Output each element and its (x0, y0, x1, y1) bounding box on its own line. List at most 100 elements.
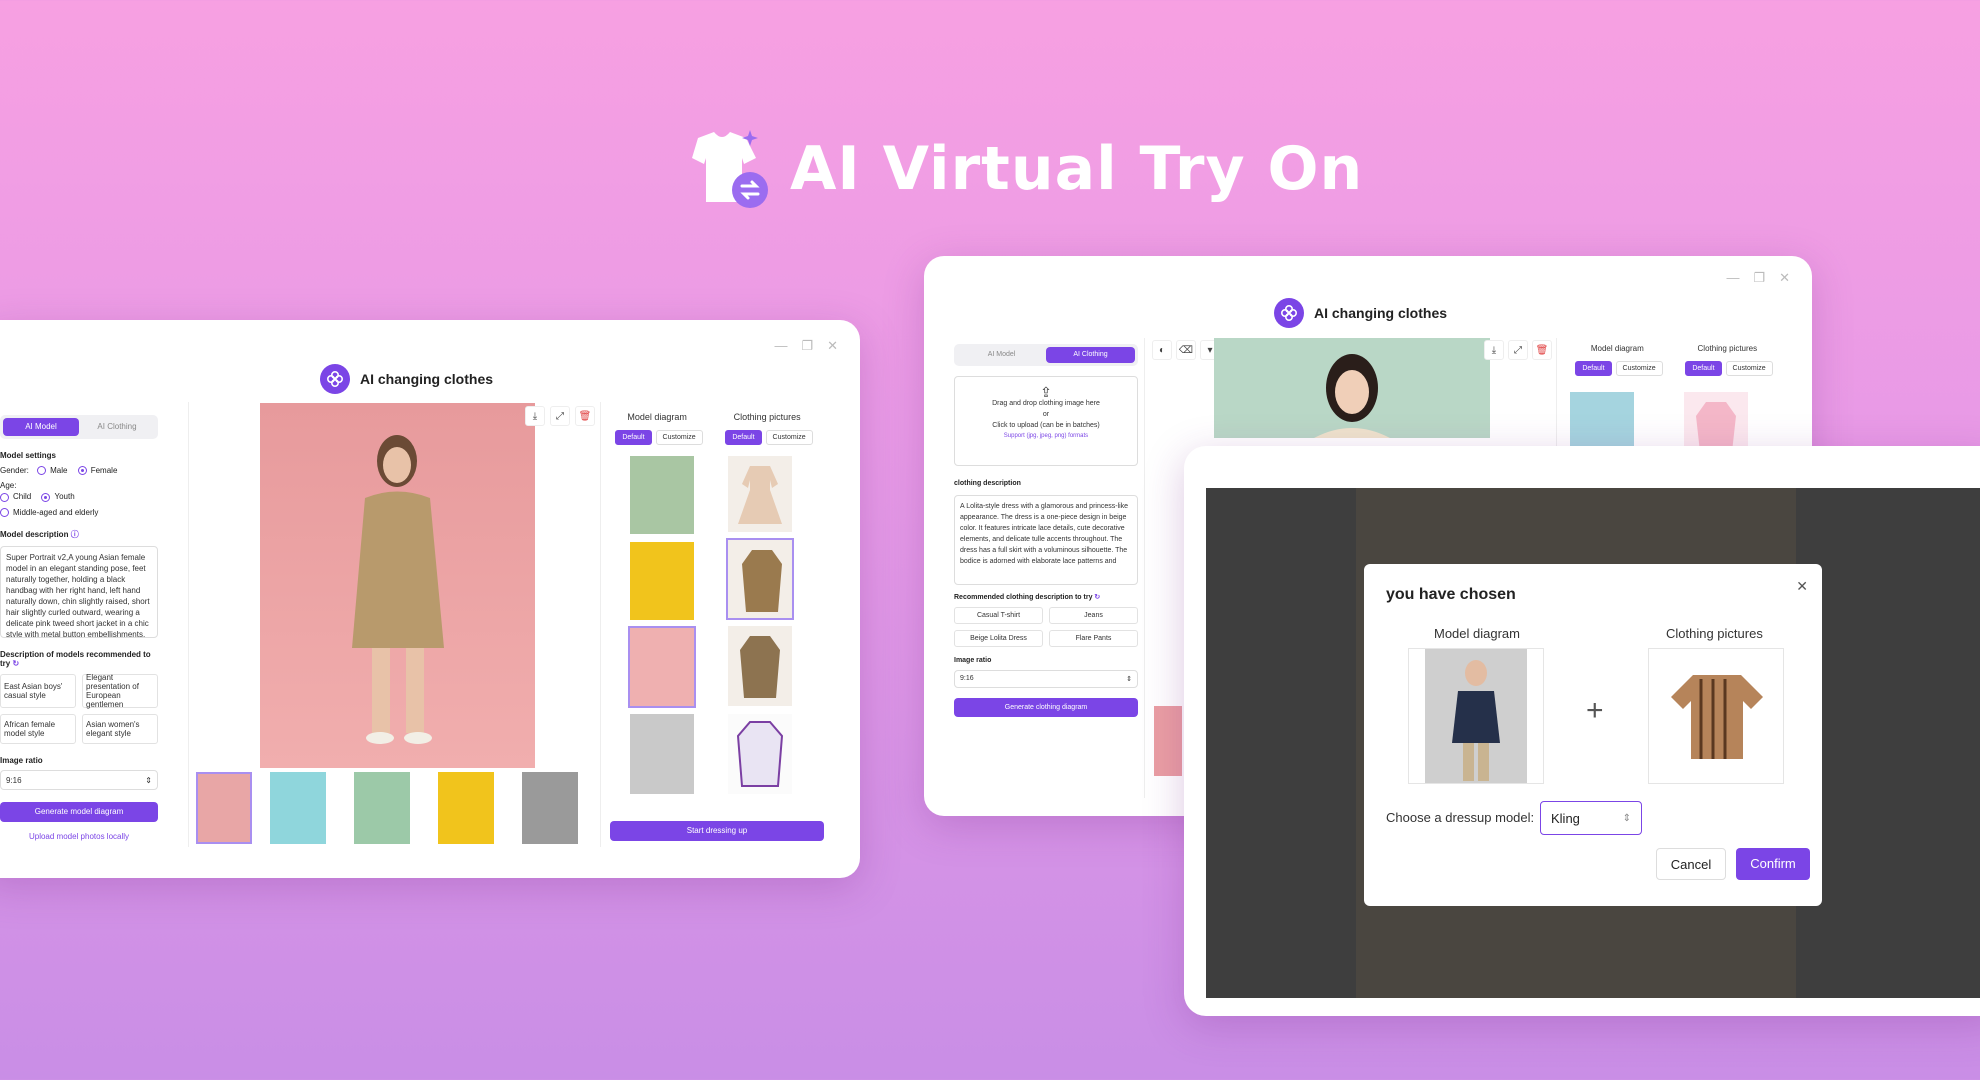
age-child-radio[interactable]: Child (0, 492, 31, 502)
tab-ai-model[interactable]: AI Model (3, 418, 79, 436)
refresh-icon[interactable]: ↻ (12, 659, 19, 668)
left-app-window: — ❐ ✕ AI changing clothes AI Model AI Cl… (0, 320, 860, 878)
recommended-item[interactable]: Flare Pants (1049, 630, 1138, 647)
dressup-model-value: Kling (1551, 810, 1580, 826)
clothing-list-item[interactable] (728, 626, 792, 706)
age-elderly-radio[interactable]: Middle-aged and elderly (0, 508, 158, 518)
recommended-item[interactable]: African female model style (0, 714, 76, 745)
image-ratio-select[interactable]: 9:16 ⇕ (954, 670, 1138, 688)
choose-model-label: Choose a dressup model: (1386, 810, 1535, 825)
model-list-item[interactable] (630, 542, 694, 620)
select-arrow-icon: ⇕ (1126, 676, 1132, 683)
model-settings-panel: AI Model AI Clothing Model settings Gend… (0, 415, 158, 841)
restore-icon[interactable]: ❐ (1753, 270, 1765, 286)
plus-icon: + (1586, 694, 1604, 727)
age-youth-radio[interactable]: Youth (41, 492, 75, 502)
model-list-item[interactable] (630, 714, 694, 794)
model-default-button[interactable]: Default (615, 430, 652, 445)
recommended-item[interactable]: Beige Lolita Dress (954, 630, 1043, 647)
delete-icon[interactable]: 🗑 (1532, 340, 1552, 360)
info-icon: ⓘ (70, 530, 79, 540)
close-icon[interactable]: ✕ (1779, 270, 1790, 286)
generate-clothing-button[interactable]: Generate clothing diagram (954, 698, 1138, 717)
clothing-customize-button[interactable]: Customize (765, 430, 813, 445)
model-customize-button[interactable]: Customize (655, 430, 703, 445)
thumbnail[interactable] (270, 772, 326, 844)
recommended-item[interactable]: Jeans (1049, 607, 1138, 624)
minimize-icon[interactable]: — (774, 338, 787, 354)
image-ratio-label: Image ratio (954, 657, 992, 664)
download-icon[interactable]: ⤓ (525, 406, 545, 426)
app-logo-icon (320, 364, 350, 394)
restore-icon[interactable]: ❐ (801, 338, 813, 354)
clothing-pictures-label: Clothing pictures (733, 412, 801, 422)
mode-tabs: AI Model AI Clothing (0, 415, 158, 439)
dialog-title: you have chosen (1386, 586, 1516, 603)
tab-ai-clothing[interactable]: AI Clothing (79, 418, 155, 436)
fullscreen-icon[interactable]: ⤢ (1508, 340, 1528, 360)
clothing-default-button[interactable]: Default (725, 430, 762, 445)
app-header: AI changing clothes (1274, 298, 1447, 328)
close-icon[interactable]: ✕ (1796, 578, 1808, 595)
gender-female-radio[interactable]: Female (77, 466, 117, 476)
model-list-item[interactable] (1570, 392, 1634, 452)
palette-icon[interactable]: ◐ (1152, 340, 1172, 360)
recommended-clothing-grid: Casual T-shirt Jeans Beige Lolita Dress … (954, 607, 1138, 647)
upload-local-link[interactable]: Upload model photos locally (0, 832, 158, 841)
selection-panel: Model diagram Clothing pictures Default C… (604, 412, 824, 445)
clothing-default-button[interactable]: Default (1685, 361, 1722, 376)
thumbnail[interactable] (438, 772, 494, 844)
upload-dropzone[interactable]: ⇪ Drag and drop clothing image here or C… (954, 376, 1138, 466)
dialog-window: you have chosen ✕ Model diagram Clothing… (1184, 446, 1980, 1016)
tab-ai-model[interactable]: AI Model (957, 347, 1046, 363)
model-description-textarea[interactable]: Super Portrait v2,A young Asian female m… (0, 546, 158, 639)
generate-model-button[interactable]: Generate model diagram (0, 802, 158, 823)
start-dressing-button[interactable]: Start dressing up (610, 821, 824, 841)
recommended-item[interactable]: East Asian boys' casual style (0, 674, 76, 709)
dressup-model-select[interactable]: Kling ⇕ (1540, 801, 1642, 835)
minimize-icon[interactable]: — (1726, 270, 1739, 286)
model-list-item[interactable] (630, 456, 694, 534)
model-list-item[interactable] (628, 626, 696, 708)
dialog-model-label: Model diagram (1434, 626, 1520, 641)
gender-row: Gender: Male Female (0, 466, 158, 476)
clothing-settings-panel: AI Model AI Clothing ⇪ Drag and drop clo… (954, 344, 1138, 717)
tab-ai-clothing[interactable]: AI Clothing (1046, 347, 1135, 363)
recommended-item[interactable]: Casual T-shirt (954, 607, 1043, 624)
gender-male-radio[interactable]: Male (37, 466, 67, 476)
image-ratio-select[interactable]: 9:16 ⇕ (0, 770, 158, 791)
clothing-customize-button[interactable]: Customize (1725, 361, 1773, 376)
model-customize-button[interactable]: Customize (1615, 361, 1663, 376)
download-icon[interactable]: ⤓ (1484, 340, 1504, 360)
thumbnail[interactable] (1154, 706, 1182, 776)
fullscreen-icon[interactable]: ⤢ (550, 406, 570, 426)
model-default-button[interactable]: Default (1575, 361, 1612, 376)
select-arrow-icon: ⇕ (145, 776, 152, 786)
model-description-label: Model description ⓘ (0, 530, 79, 540)
app-title: AI changing clothes (1314, 305, 1448, 321)
thumbnail[interactable] (196, 772, 252, 844)
recommended-item[interactable]: Elegant presentation of European gentlem… (82, 673, 158, 709)
image-ratio-label: Image ratio (0, 756, 43, 766)
clothing-list-item[interactable] (728, 456, 792, 532)
refresh-icon[interactable]: ↻ (1094, 594, 1100, 601)
clothing-preset-toggle: Default Customize (725, 430, 813, 445)
confirm-button[interactable]: Confirm (1736, 848, 1810, 880)
thumbnail[interactable] (522, 772, 578, 844)
clothing-list-item[interactable] (728, 714, 792, 794)
selection-panel: Model diagram Clothing pictures Default C… (1564, 344, 1784, 376)
cancel-button[interactable]: Cancel (1656, 848, 1726, 880)
clothing-list-item[interactable] (726, 538, 794, 620)
clothing-list-item[interactable] (1684, 392, 1748, 452)
clothing-description-textarea[interactable]: A Lolita-style dress with a glamorous an… (954, 495, 1138, 585)
model-preset-toggle: Default Customize (615, 430, 703, 445)
age-row: Child Youth (0, 492, 158, 502)
selected-model-image (1408, 648, 1544, 784)
age-label: Age: (0, 481, 17, 491)
close-icon[interactable]: ✕ (827, 338, 838, 354)
recommended-item[interactable]: Asian women's elegant style (82, 714, 158, 745)
delete-icon[interactable]: 🗑 (575, 406, 595, 426)
thumbnail[interactable] (354, 772, 410, 844)
upload-line2: Click to upload (can be in batches) (992, 422, 1100, 429)
eraser-icon[interactable]: ⌫ (1176, 340, 1196, 360)
